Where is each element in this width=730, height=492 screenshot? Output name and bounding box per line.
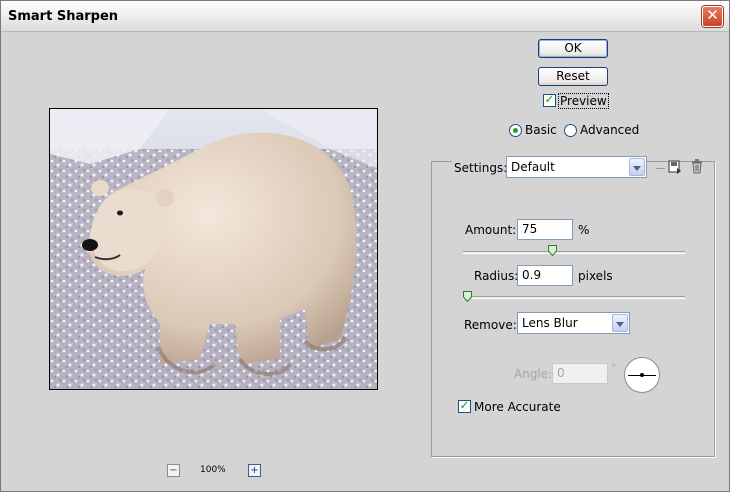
close-icon: ✕	[706, 6, 719, 24]
title-bar[interactable]: Smart Sharpen ✕	[1, 1, 729, 32]
ok-button[interactable]: OK	[538, 39, 608, 58]
amount-unit: %	[578, 223, 590, 237]
basic-label[interactable]: Basic	[525, 123, 557, 137]
zoom-level: 100%	[200, 465, 226, 475]
remove-dropdown[interactable]: Lens Blur	[517, 312, 630, 334]
radius-label: Radius:	[474, 269, 519, 283]
radius-input[interactable]: 0.9	[517, 265, 573, 286]
save-settings-icon[interactable]	[668, 160, 682, 174]
dialog-body: − 100% + OK Reset ✓ Preview Basic Advanc…	[2, 33, 728, 491]
angle-unit: °	[611, 363, 616, 374]
reset-button[interactable]: Reset	[538, 67, 608, 86]
chevron-down-icon[interactable]	[612, 314, 628, 332]
remove-label: Remove:	[464, 318, 517, 332]
delete-settings-icon[interactable]	[691, 159, 703, 174]
amount-input[interactable]: 75	[517, 219, 573, 240]
amount-label: Amount:	[465, 223, 517, 237]
polar-bear-photo	[50, 109, 377, 389]
settings-label: Settings:	[452, 161, 510, 175]
more-accurate-checkbox[interactable]: ✓	[458, 398, 471, 413]
advanced-radio[interactable]	[564, 124, 577, 137]
advanced-label[interactable]: Advanced	[580, 123, 639, 137]
radius-slider-track[interactable]	[463, 296, 685, 299]
smart-sharpen-dialog: Smart Sharpen ✕ − 100% + OK Reset ✓ Prev…	[0, 0, 730, 492]
window-title: Smart Sharpen	[8, 9, 119, 24]
zoom-out-button[interactable]: −	[167, 464, 180, 477]
radio-selected-dot	[513, 128, 518, 133]
settings-value: Default	[511, 160, 555, 174]
more-accurate-label[interactable]: More Accurate	[474, 400, 561, 414]
close-button[interactable]: ✕	[702, 6, 723, 27]
checkmark-icon: ✓	[544, 92, 555, 106]
checkmark-icon: ✓	[459, 398, 470, 412]
radius-unit: pixels	[578, 269, 613, 283]
amount-slider-thumb[interactable]	[548, 245, 558, 256]
preview-checkbox[interactable]: ✓	[543, 92, 556, 107]
angle-input: 0	[552, 363, 608, 384]
basic-radio[interactable]	[509, 124, 522, 137]
angle-center-dot	[640, 373, 644, 377]
group-divider	[656, 168, 665, 169]
preview-label[interactable]: Preview	[558, 93, 609, 109]
angle-dial[interactable]	[624, 357, 660, 393]
remove-value: Lens Blur	[522, 316, 578, 330]
zoom-in-button[interactable]: +	[248, 464, 261, 477]
preview-image[interactable]	[49, 108, 378, 390]
chevron-down-icon[interactable]	[629, 158, 645, 176]
amount-slider-track[interactable]	[463, 251, 685, 254]
radius-slider-thumb[interactable]	[463, 291, 472, 302]
settings-dropdown[interactable]: Default	[506, 156, 647, 178]
angle-label: Angle:	[514, 367, 553, 381]
